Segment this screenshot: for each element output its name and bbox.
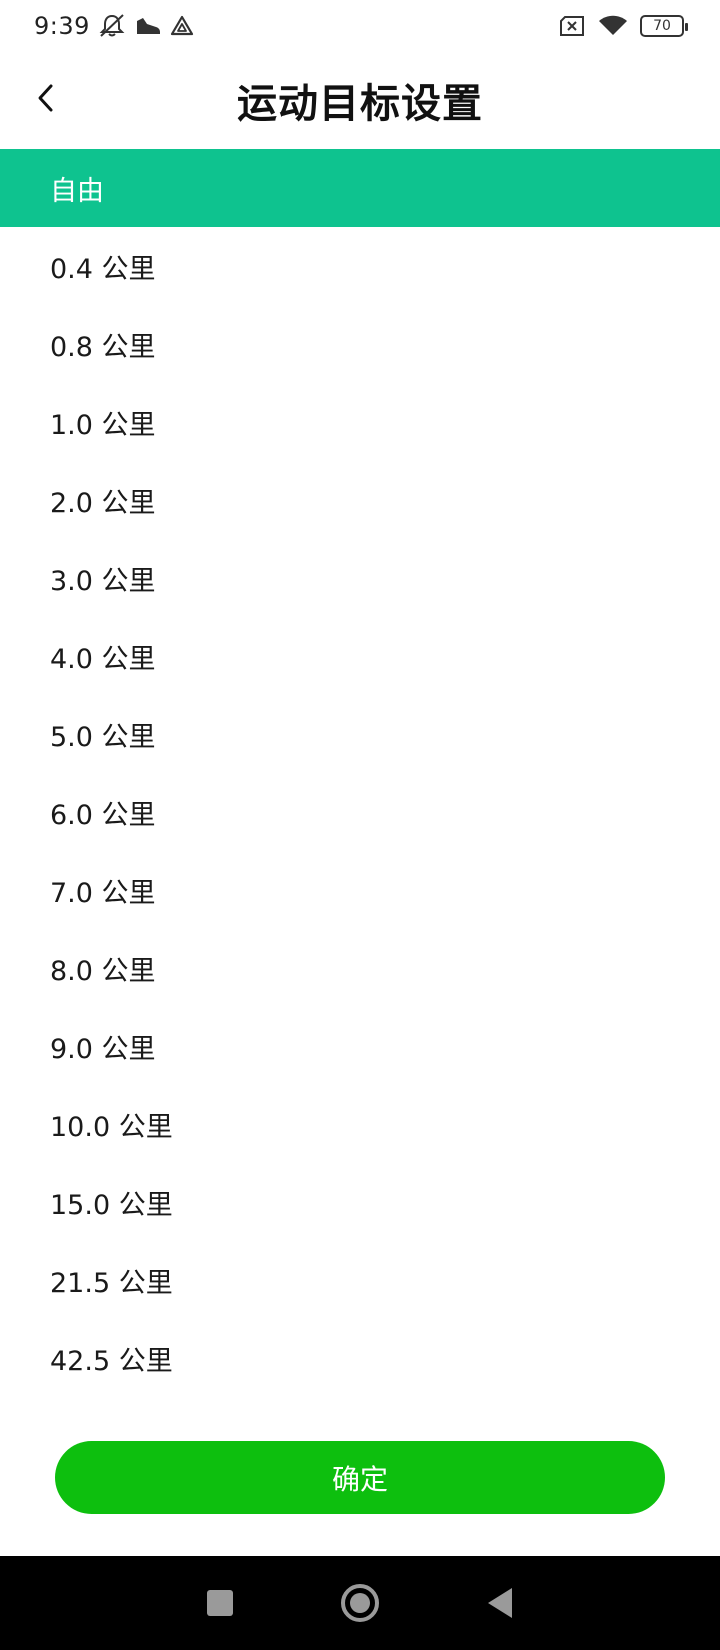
goal-option-item[interactable]: 0.4 公里 xyxy=(0,227,720,305)
goal-option-label: 0.4 公里 xyxy=(50,253,156,285)
goal-option-label: 21.5 公里 xyxy=(50,1267,173,1299)
goal-option-label: 1.0 公里 xyxy=(50,409,156,441)
home-button[interactable] xyxy=(330,1573,390,1633)
goal-option-label: 3.0 公里 xyxy=(50,565,156,597)
goal-option-label: 0.8 公里 xyxy=(50,331,156,363)
goal-option-label: 6.0 公里 xyxy=(50,799,156,831)
header: 运动目标设置 xyxy=(0,52,720,148)
sneaker-icon xyxy=(134,15,162,37)
battery-icon: 70 xyxy=(640,15,688,37)
goal-option-item[interactable]: 4.0 公里 xyxy=(0,617,720,695)
drive-icon xyxy=(170,15,194,37)
goal-option-item[interactable]: 1.0 公里 xyxy=(0,383,720,461)
goal-option-item[interactable]: 3.0 公里 xyxy=(0,539,720,617)
goal-option-item[interactable]: 7.0 公里 xyxy=(0,851,720,929)
recents-button[interactable] xyxy=(190,1573,250,1633)
goal-option-item[interactable]: 21.5 公里 xyxy=(0,1241,720,1319)
goal-option-item[interactable]: 0.8 公里 xyxy=(0,305,720,383)
status-time: 9:39 xyxy=(34,12,90,40)
status-left: 9:39 xyxy=(34,12,194,40)
status-bar: 9:39 70 xyxy=(0,0,720,52)
goal-option-item[interactable]: 15.0 公里 xyxy=(0,1163,720,1241)
goal-option-label: 9.0 公里 xyxy=(50,1033,156,1065)
goal-option-label: 5.0 公里 xyxy=(50,721,156,753)
goal-option-label: 15.0 公里 xyxy=(50,1189,173,1221)
goal-option-item[interactable]: 5.0 公里 xyxy=(0,695,720,773)
status-right: 70 xyxy=(558,15,688,37)
goal-option-label: 42.5 公里 xyxy=(50,1345,173,1377)
goal-option-item[interactable]: 自由 xyxy=(0,149,720,227)
page-title: 运动目标设置 xyxy=(237,81,483,127)
system-back-button[interactable] xyxy=(470,1573,530,1633)
recents-square-icon xyxy=(207,1590,233,1616)
goal-option-label: 8.0 公里 xyxy=(50,955,156,987)
goal-option-item[interactable]: 9.0 公里 xyxy=(0,1007,720,1085)
goal-option-list: 自由 0.4 公里 0.8 公里 1.0 公里 2.0 公里 3.0 公里 4.0 公里 5.… xyxy=(0,149,720,1397)
goal-option-item[interactable]: 6.0 公里 xyxy=(0,773,720,851)
system-nav-bar xyxy=(0,1556,720,1650)
goal-option-item[interactable]: 10.0 公里 xyxy=(0,1085,720,1163)
goal-option-label: 自由 xyxy=(50,175,104,207)
no-sim-icon xyxy=(558,15,586,37)
battery-level: 70 xyxy=(653,18,671,34)
home-circle-icon xyxy=(341,1584,379,1622)
goal-option-item[interactable]: 42.5 公里 xyxy=(0,1319,720,1397)
goal-option-label: 7.0 公里 xyxy=(50,877,156,909)
wifi-icon xyxy=(598,15,628,37)
chevron-left-icon xyxy=(35,83,57,117)
goal-option-item[interactable]: 2.0 公里 xyxy=(0,461,720,539)
goal-option-label: 10.0 公里 xyxy=(50,1111,173,1143)
back-button[interactable] xyxy=(18,72,74,128)
mute-icon xyxy=(98,13,126,39)
goal-option-item[interactable]: 8.0 公里 xyxy=(0,929,720,1007)
goal-option-label: 2.0 公里 xyxy=(50,487,156,519)
confirm-button[interactable]: 确定 xyxy=(55,1441,665,1514)
back-triangle-icon xyxy=(488,1588,512,1618)
goal-option-label: 4.0 公里 xyxy=(50,643,156,675)
